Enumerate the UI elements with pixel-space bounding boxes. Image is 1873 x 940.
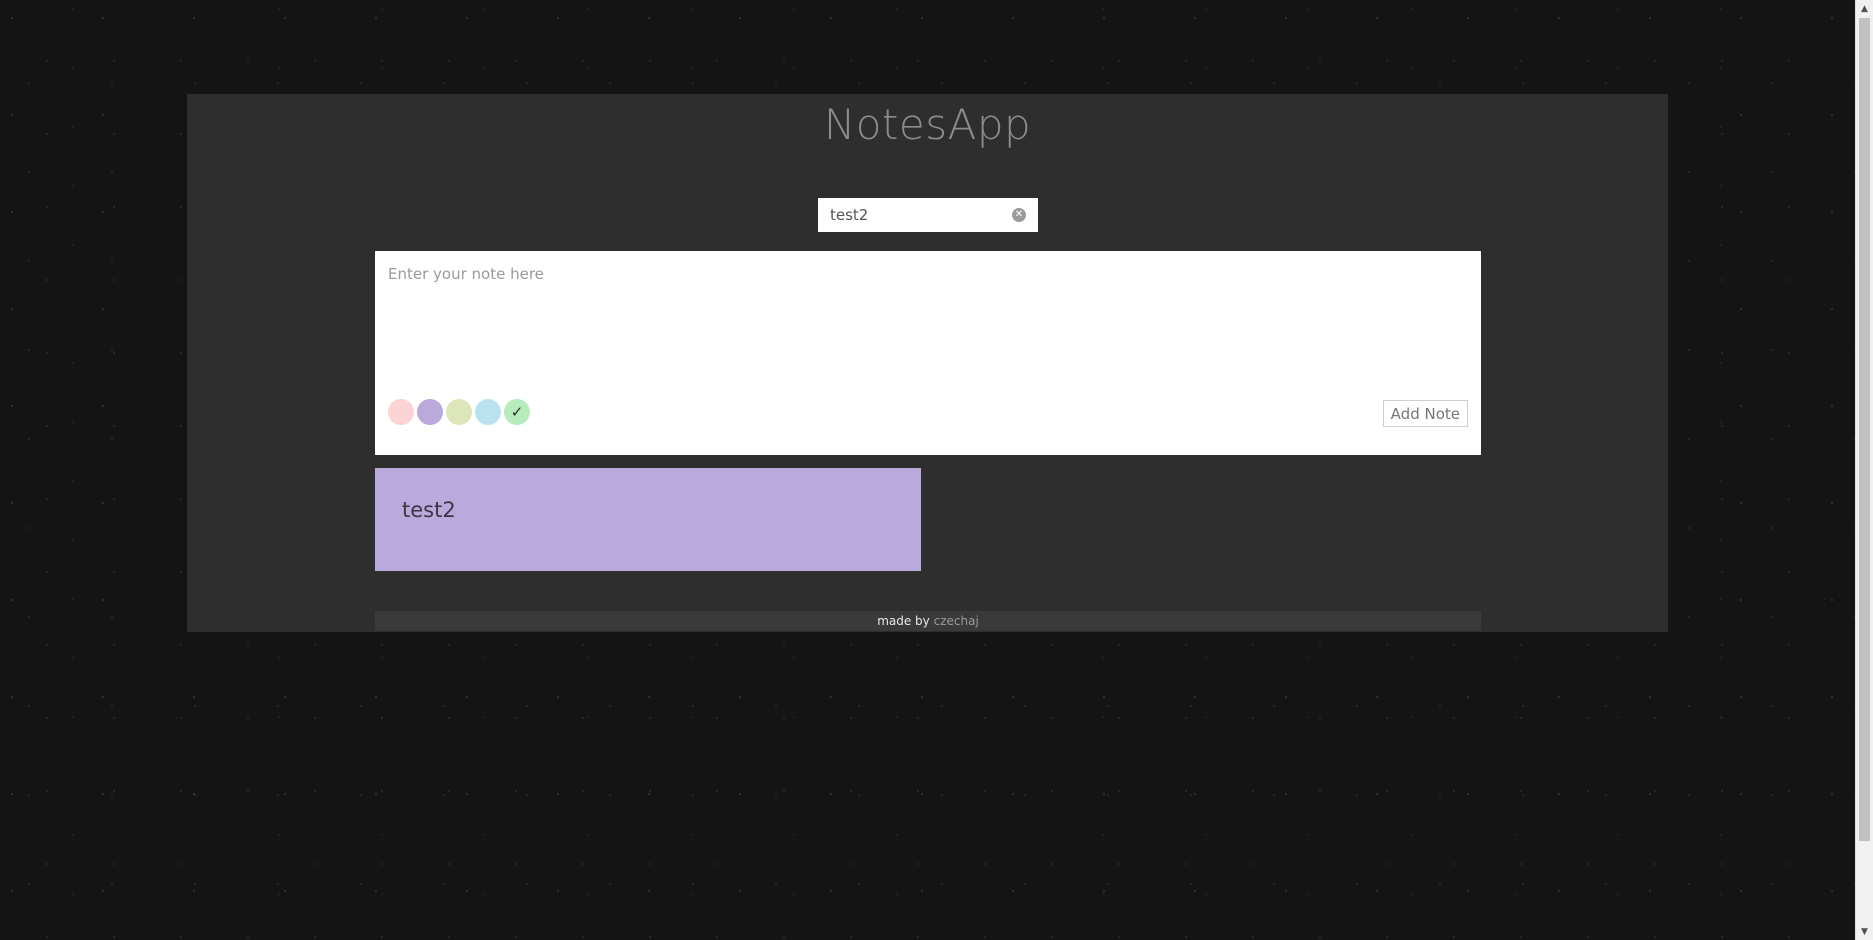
color-swatch-olive[interactable]	[446, 399, 472, 425]
add-note-button[interactable]: Add Note	[1382, 400, 1468, 427]
search-box[interactable]: ✕	[818, 198, 1038, 232]
scrollbar-thumb[interactable]	[1859, 18, 1870, 841]
note-textarea[interactable]	[388, 265, 1458, 365]
note-text: test2	[402, 498, 456, 522]
clear-circle-icon[interactable]: ✕	[1012, 208, 1026, 222]
vertical-scrollbar[interactable]: ▲ ▼	[1855, 0, 1873, 940]
search-input[interactable]	[830, 206, 1000, 224]
color-swatch-green[interactable]: ✓	[504, 399, 530, 425]
note-card[interactable]: test2	[375, 468, 921, 571]
color-swatch-blue[interactable]	[475, 399, 501, 425]
footer: made by czechaj	[375, 611, 1481, 631]
note-composer: ✓ Add Note	[375, 251, 1481, 455]
scroll-down-arrow-icon[interactable]: ▼	[1856, 923, 1873, 940]
color-swatch-pink[interactable]	[388, 399, 414, 425]
color-swatch-purple[interactable]	[417, 399, 443, 425]
page-viewport: NotesApp ✕ ✓ Add Note test2 made by czec…	[0, 0, 1855, 940]
color-picker: ✓	[388, 399, 530, 425]
footer-prefix: made by	[877, 614, 930, 628]
scroll-up-arrow-icon[interactable]: ▲	[1856, 0, 1873, 17]
app-title: NotesApp	[823, 100, 1032, 149]
footer-author-link[interactable]: czechaj	[934, 614, 979, 628]
